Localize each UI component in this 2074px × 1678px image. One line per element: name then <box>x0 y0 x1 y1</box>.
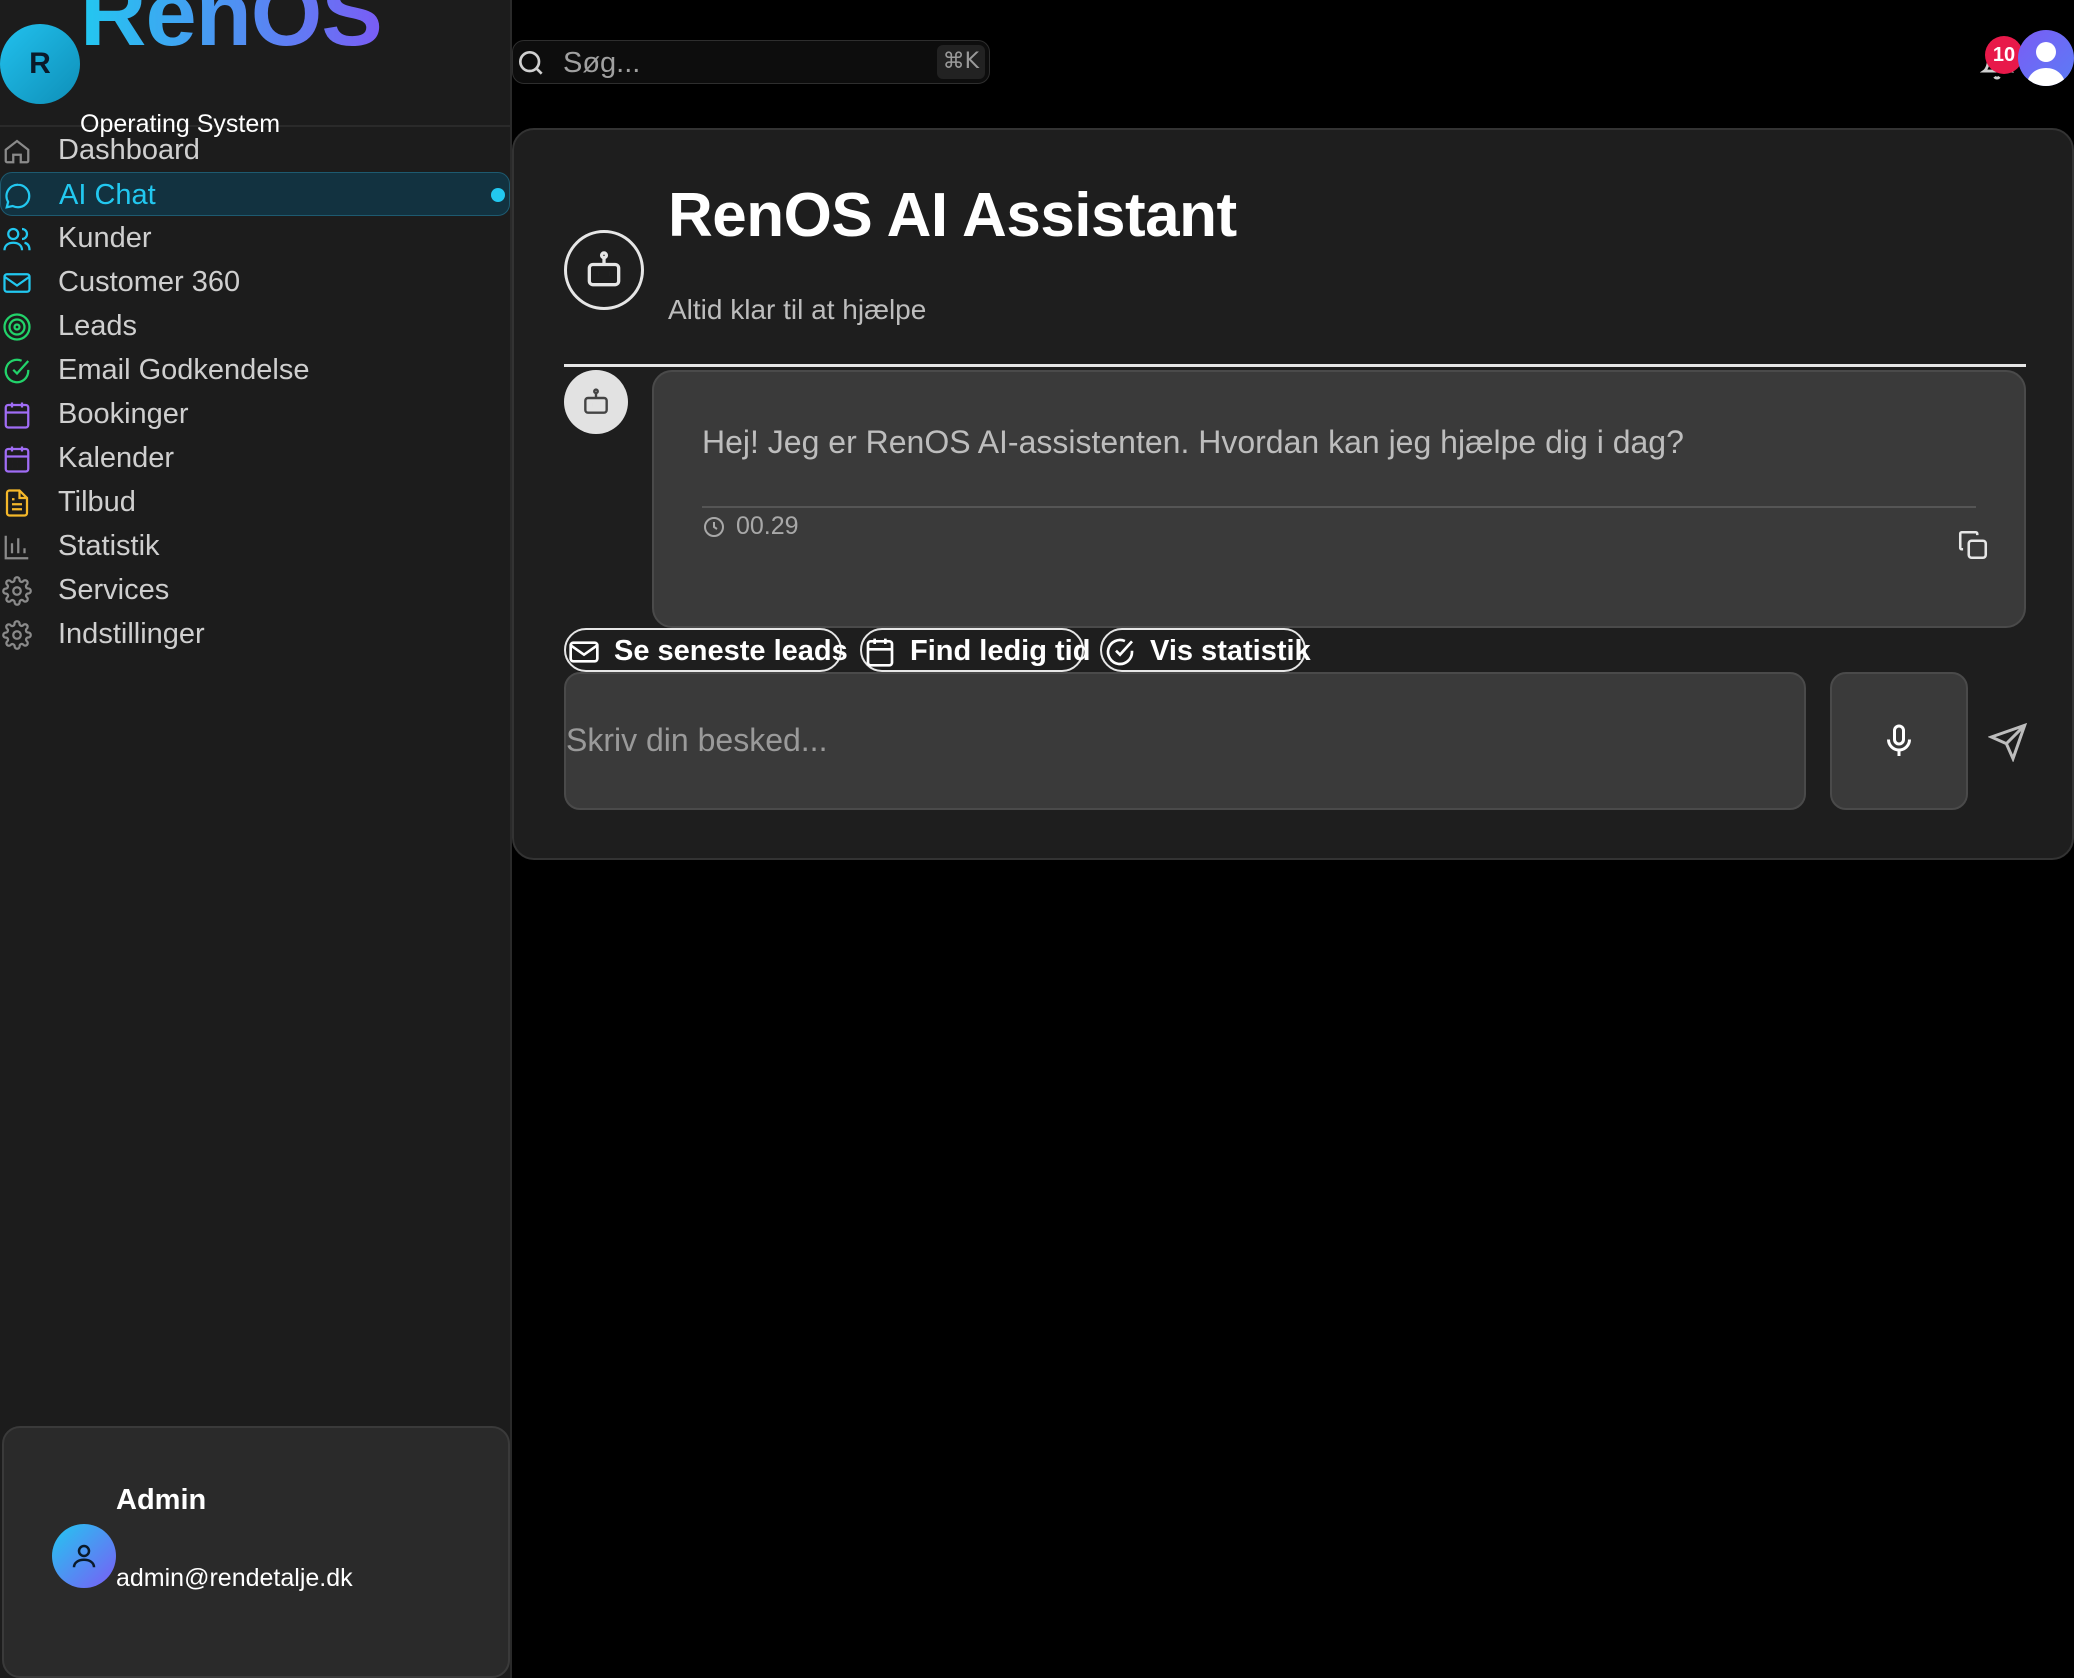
sidebar-item-statistik[interactable]: Statistik <box>0 524 510 568</box>
sidebar: R RenOS Operating System Dashboard AI Ch… <box>0 0 512 1678</box>
sidebar-item-kalender[interactable]: Kalender <box>0 436 510 480</box>
mail-icon <box>3 273 31 293</box>
sidebar-item-tilbud[interactable]: Tilbud <box>0 480 510 524</box>
chat-panel: RenOS AI Assistant Altid klar til at hjæ… <box>512 128 2074 860</box>
sidebar-item-label: Customer 360 <box>58 266 241 298</box>
quick-action-label: Vis statistik <box>1150 635 1311 667</box>
brand-name: RenOS <box>80 0 383 67</box>
quick-action-statistics[interactable]: Vis statistik <box>1100 628 1311 672</box>
message-divider <box>702 506 1976 508</box>
sidebar-item-customer-360[interactable]: Customer 360 <box>0 260 510 304</box>
check-circle-icon <box>4 358 30 384</box>
sidebar-item-label: AI Chat <box>59 179 156 211</box>
message-time: 00.29 <box>736 512 799 540</box>
sidebar-item-label: Statistik <box>58 530 160 562</box>
active-indicator <box>491 188 505 202</box>
bot-icon <box>584 388 608 414</box>
sidebar-item-label: Bookinger <box>58 398 189 430</box>
quick-action-label: Se seneste leads <box>614 635 848 667</box>
search-placeholder: Søg... <box>563 47 641 79</box>
check-circle-icon <box>1106 638 1134 666</box>
users-icon <box>3 227 31 251</box>
sidebar-item-email-godkendelse[interactable]: Email Godkendelse <box>0 348 510 392</box>
user-email: admin@rendetalje.dk <box>116 1564 353 1592</box>
quick-action-label: Find ledig tid <box>910 635 1091 667</box>
quick-action-leads[interactable]: Se seneste leads <box>564 628 848 672</box>
calendar-icon <box>4 402 30 429</box>
sidebar-item-label: Email Godkendelse <box>58 354 310 386</box>
page-subtitle: Altid klar til at hjælpe <box>668 294 927 325</box>
bar-chart-icon <box>4 535 29 560</box>
avatar <box>52 1524 116 1588</box>
sidebar-item-label: Leads <box>58 310 138 342</box>
sidebar-item-label: Kunder <box>58 222 152 254</box>
sidebar-item-leads[interactable]: Leads <box>0 304 510 348</box>
page-title: RenOS AI Assistant <box>668 181 1237 250</box>
sidebar-item-label: Indstillinger <box>58 618 205 650</box>
copy-icon[interactable] <box>1956 528 1990 562</box>
header-divider <box>564 364 2026 367</box>
bot-icon <box>587 251 621 287</box>
settings-icon <box>2 620 32 650</box>
target-icon <box>3 313 31 341</box>
microphone-icon <box>1887 724 1911 756</box>
calendar-icon <box>866 638 894 667</box>
bot-avatar <box>564 230 644 310</box>
mail-icon <box>569 641 599 663</box>
quick-action-find-time[interactable]: Find ledig tid <box>860 628 1090 672</box>
sidebar-nav: Dashboard AI Chat Kunder Customer 360 Le… <box>0 128 510 656</box>
sidebar-item-label: Dashboard <box>58 134 200 166</box>
account-avatar[interactable] <box>2018 30 2074 86</box>
sidebar-item-bookinger[interactable]: Bookinger <box>0 392 510 436</box>
calendar-grid-icon <box>4 446 30 473</box>
search-input[interactable]: Søg... ⌘K <box>512 40 990 84</box>
logo-badge[interactable]: R <box>0 24 80 104</box>
brand-header: R RenOS <box>0 0 510 127</box>
sidebar-item-label: Tilbud <box>58 486 136 518</box>
assistant-message: Hej! Jeg er RenOS AI-assistenten. Hvorda… <box>652 370 2026 628</box>
message-timestamp: 00.29 <box>702 512 799 541</box>
gear-icon <box>2 576 32 606</box>
sidebar-item-dashboard[interactable]: Dashboard <box>0 128 510 172</box>
sidebar-item-ai-chat[interactable]: AI Chat <box>0 172 510 216</box>
message-text: Hej! Jeg er RenOS AI-assistenten. Hvorda… <box>702 424 1684 460</box>
user-profile-card[interactable]: Admin admin@rendetalje.dk <box>2 1426 510 1678</box>
message-input[interactable]: Skriv din besked... <box>564 672 1806 810</box>
home-icon <box>4 139 30 164</box>
sidebar-item-label: Services <box>58 574 170 606</box>
sidebar-item-services[interactable]: Services <box>0 568 510 612</box>
document-icon <box>5 489 29 517</box>
user-name: Admin <box>116 1484 207 1516</box>
search-shortcut: ⌘K <box>936 45 985 79</box>
message-input-placeholder: Skriv din besked... <box>566 722 828 758</box>
user-icon <box>2026 42 2066 86</box>
clock-icon <box>704 516 724 537</box>
user-icon <box>72 1544 96 1568</box>
send-icon[interactable] <box>1988 722 2028 762</box>
sidebar-item-label: Kalender <box>58 442 175 474</box>
sidebar-item-kunder[interactable]: Kunder <box>0 216 510 260</box>
sidebar-item-indstillinger[interactable]: Indstillinger <box>0 612 510 656</box>
message-bot-avatar <box>564 370 628 434</box>
search-icon <box>519 51 543 75</box>
app-root: R RenOS Operating System Dashboard AI Ch… <box>0 0 2074 1678</box>
chat-icon <box>5 183 31 209</box>
microphone-button[interactable] <box>1830 672 1968 810</box>
